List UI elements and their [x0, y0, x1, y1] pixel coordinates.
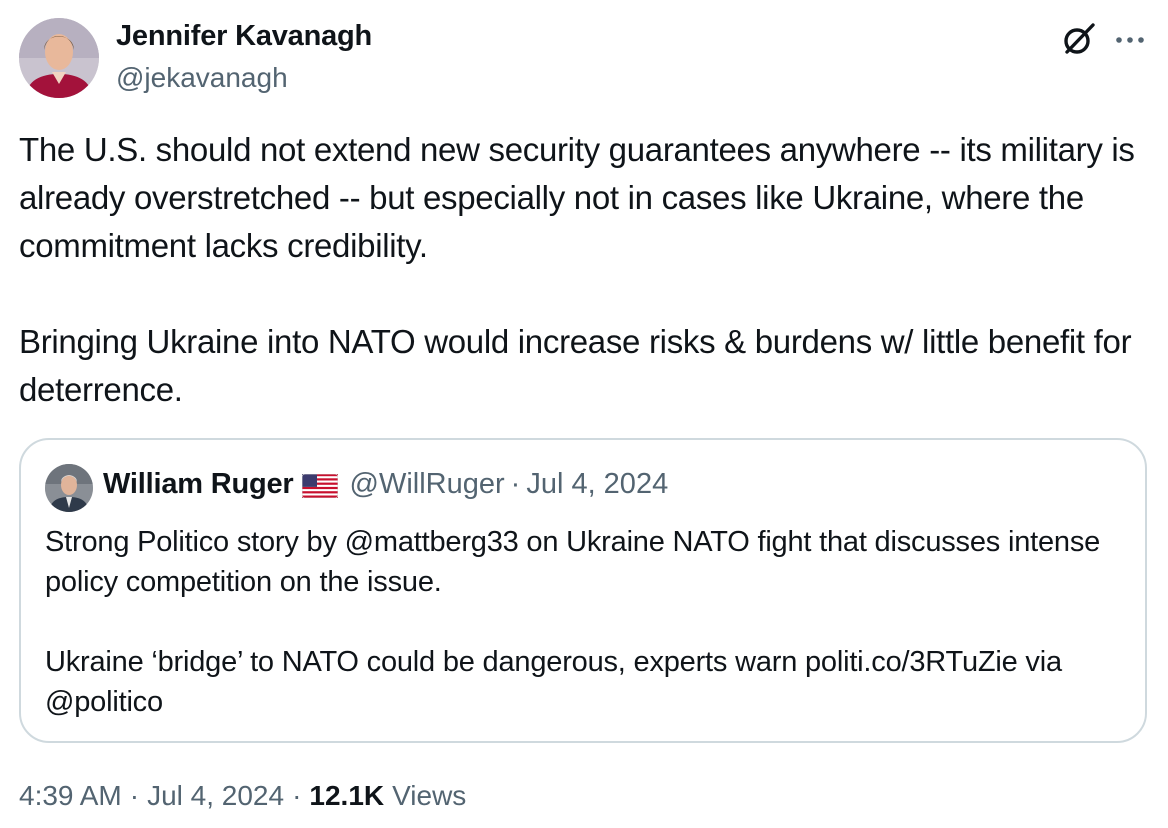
- grok-icon[interactable]: [1060, 20, 1098, 58]
- separator-dot: ·: [510, 468, 521, 500]
- tweet-paragraph: The U.S. should not extend new security …: [19, 131, 1135, 264]
- tweet-footer: 4:39 AM · Jul 4, 2024 · 12.1K Views: [19, 780, 466, 812]
- quote-paragraph: Strong Politico story by @mattberg33 on …: [45, 526, 1101, 598]
- quote-author-name[interactable]: William Ruger: [103, 468, 294, 501]
- quote-paragraph: Ukraine ‘bridge’ to NATO could be danger…: [45, 646, 1062, 718]
- quote-author-handle[interactable]: @WillRuger: [350, 468, 505, 501]
- tweet: Jennifer Kavanagh @jekavanagh The U.S. s…: [0, 0, 1168, 828]
- quote-date[interactable]: Jul 4, 2024: [526, 468, 668, 501]
- views-label: Views: [392, 780, 467, 811]
- person-avatar-icon: [45, 464, 93, 512]
- separator-dot: ·: [129, 780, 140, 811]
- views-count[interactable]: 12.1K: [309, 780, 384, 812]
- tweet-text: The U.S. should not extend new security …: [19, 126, 1139, 414]
- quote-text: Strong Politico story by @mattberg33 on …: [45, 522, 1135, 722]
- separator-dot: ·: [292, 780, 302, 811]
- quote-author-avatar[interactable]: [45, 464, 93, 512]
- tweet-date[interactable]: Jul 4, 2024: [147, 780, 284, 812]
- more-icon[interactable]: [1112, 22, 1148, 58]
- tweet-time[interactable]: 4:39 AM: [19, 780, 122, 812]
- author-handle[interactable]: @jekavanagh: [116, 62, 288, 94]
- author-avatar[interactable]: [19, 18, 99, 98]
- quoted-tweet[interactable]: William Ruger @WillRuger · Jul 4, 2024 S…: [19, 438, 1147, 743]
- us-flag-icon: [301, 473, 338, 498]
- tweet-paragraph: Bringing Ukraine into NATO would increas…: [19, 323, 1132, 408]
- person-avatar-icon: [19, 18, 99, 98]
- quote-header: William Ruger @WillRuger · Jul 4, 2024: [103, 468, 668, 501]
- author-name[interactable]: Jennifer Kavanagh: [116, 20, 372, 53]
